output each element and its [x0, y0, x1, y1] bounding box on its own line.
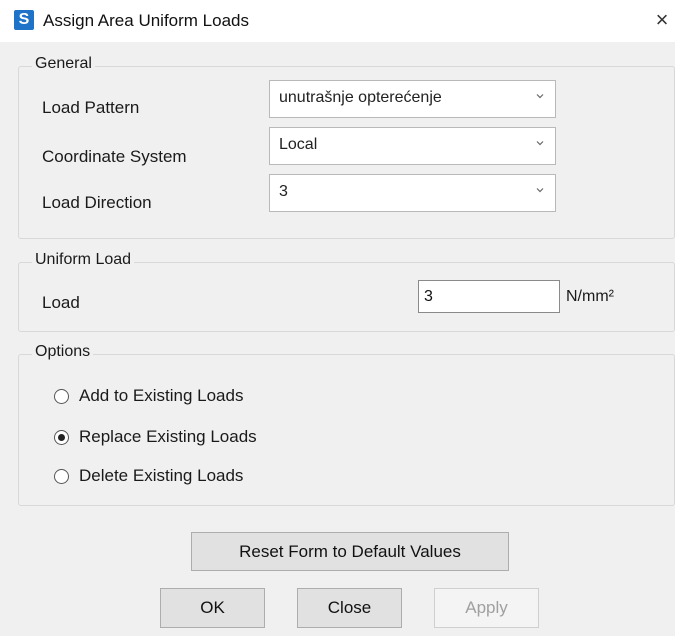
chevron-down-icon	[536, 141, 544, 146]
apply-button[interactable]: Apply	[434, 588, 539, 628]
ok-button[interactable]: OK	[160, 588, 265, 628]
coordinate-system-select[interactable]: Local	[269, 127, 556, 165]
radio-add-to-existing[interactable]	[54, 388, 69, 404]
option-delete-existing[interactable]: Delete Existing Loads	[54, 466, 243, 486]
title-bar: S Assign Area Uniform Loads ×	[0, 0, 675, 42]
general-group-label: General	[32, 55, 95, 73]
option-add-to-existing[interactable]: Add to Existing Loads	[54, 386, 243, 406]
load-pattern-select[interactable]: unutrašnje opterećenje	[269, 80, 556, 118]
window-title: Assign Area Uniform Loads	[43, 11, 249, 30]
option-delete-label: Delete Existing Loads	[79, 466, 244, 485]
option-replace-existing[interactable]: Replace Existing Loads	[54, 427, 257, 447]
options-group-label: Options	[32, 343, 94, 361]
dialog-window: S Assign Area Uniform Loads × General Lo…	[0, 0, 675, 636]
load-direction-value: 3	[279, 183, 288, 200]
load-direction-label: Load Direction	[42, 193, 152, 212]
load-unit-label: N/mm²	[566, 288, 614, 305]
load-direction-select[interactable]: 3	[269, 174, 556, 212]
radio-replace-existing[interactable]	[54, 429, 69, 445]
coordinate-system-label: Coordinate System	[42, 147, 187, 166]
reset-defaults-button[interactable]: Reset Form to Default Values	[191, 532, 509, 571]
uniform-load-group-label: Uniform Load	[32, 251, 135, 269]
radio-delete-existing[interactable]	[54, 468, 69, 484]
load-value-input[interactable]	[418, 280, 560, 313]
chevron-down-icon	[536, 188, 544, 193]
option-add-label: Add to Existing Loads	[79, 386, 244, 405]
general-group: General Load Pattern unutrašnje optereće…	[18, 55, 675, 239]
options-group: Options Add to Existing Loads Replace Ex…	[18, 343, 675, 506]
chevron-down-icon	[536, 94, 544, 99]
load-pattern-value: unutrašnje opterećenje	[279, 89, 442, 106]
load-pattern-label: Load Pattern	[42, 98, 140, 117]
close-button[interactable]: Close	[297, 588, 402, 628]
load-label: Load	[42, 293, 80, 312]
uniform-load-group: Uniform Load Load N/mm²	[18, 251, 675, 332]
option-replace-label: Replace Existing Loads	[79, 427, 257, 446]
coordinate-system-value: Local	[279, 136, 318, 153]
app-icon: S	[14, 10, 34, 30]
close-icon[interactable]: ×	[649, 6, 675, 34]
